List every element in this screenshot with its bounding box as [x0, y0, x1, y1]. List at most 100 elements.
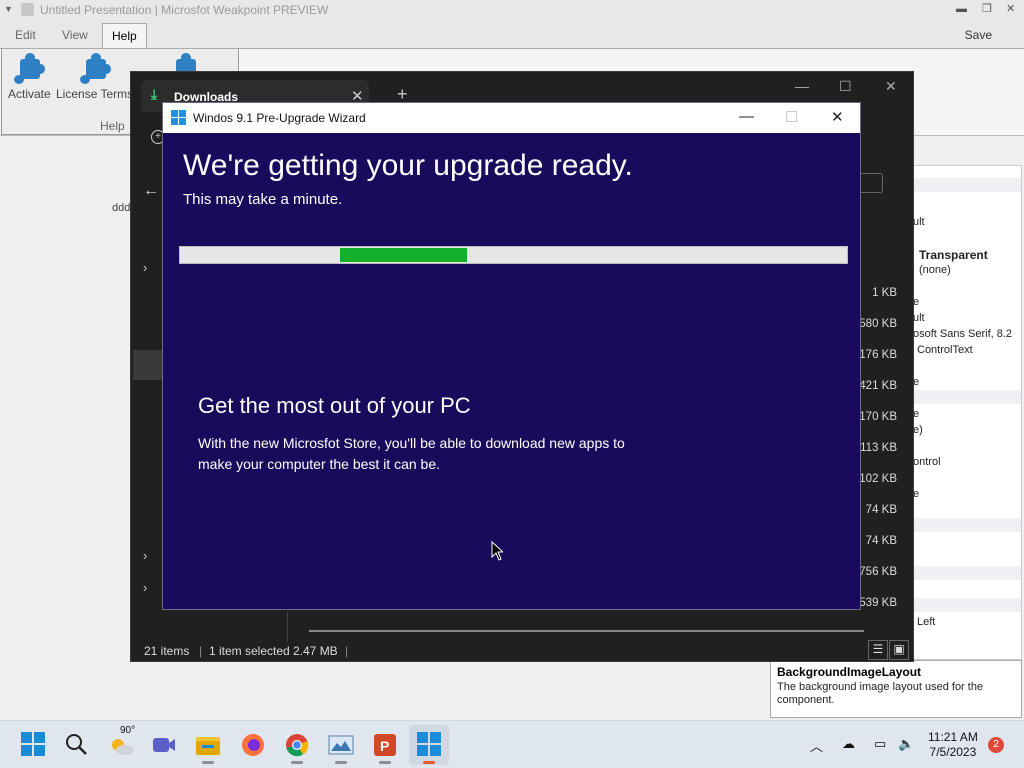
property-value-left[interactable]: Left: [917, 616, 935, 628]
puzzle-icon: [12, 53, 46, 85]
ribbon-group-label: Help: [100, 119, 125, 133]
minimize-icon[interactable]: —: [739, 108, 754, 125]
notification-badge[interactable]: 2: [988, 737, 1004, 753]
status-separator: |: [199, 644, 203, 658]
file-size: ,580 KB: [856, 318, 897, 330]
system-menu-icon[interactable]: ▼: [4, 0, 13, 18]
restore-icon[interactable]: ❐: [982, 0, 992, 18]
wizard-titlebar: Windos 9.1 Pre-Upgrade Wizard — ☐ ✕: [163, 103, 860, 133]
property-band: [907, 390, 1021, 404]
property-value-font[interactable]: osoft Sans Serif, 8.2: [913, 328, 1012, 340]
chevron-right-icon[interactable]: ›: [143, 580, 147, 595]
tiles-view-icon[interactable]: ▣: [889, 640, 909, 660]
weakpoint-icon[interactable]: P: [371, 731, 399, 764]
progress-fill: [340, 248, 467, 262]
property-value-control[interactable]: ontrol: [913, 456, 941, 468]
search-icon[interactable]: [63, 731, 91, 759]
new-tab-button[interactable]: +: [397, 85, 408, 103]
close-icon[interactable]: ✕: [1006, 0, 1015, 18]
property-value[interactable]: e): [913, 424, 923, 436]
network-icon[interactable]: ▭: [874, 736, 886, 752]
running-indicator: [202, 761, 214, 764]
wizard-title: Windos 9.1 Pre-Upgrade Wizard: [193, 111, 366, 125]
item-count: 21 items: [144, 644, 190, 658]
weakpoint-menubar: Edit View Help Save: [0, 20, 1024, 49]
license-terms-button[interactable]: License Terms: [56, 53, 133, 101]
property-band: [907, 178, 1021, 192]
file-size: 74 KB: [865, 504, 897, 516]
wizard-subheading: This may take a minute.: [183, 191, 343, 208]
status-bar: 21 items | 1 item selected 2.47 MB |: [131, 642, 913, 662]
selection-count: 1 item selected: [209, 644, 290, 658]
status-separator: |: [345, 644, 349, 658]
file-size: ,102 KB: [856, 473, 897, 485]
chrome-icon[interactable]: [283, 731, 311, 764]
upgrade-wizard-icon[interactable]: [409, 725, 449, 765]
upgrade-progress-bar: [179, 246, 848, 264]
file-size: ,421 KB: [856, 380, 897, 392]
running-indicator: [335, 761, 347, 764]
license-terms-label: License Terms: [56, 87, 134, 101]
weather-temp: 90°: [120, 725, 136, 736]
nav-divider: [287, 612, 288, 642]
running-indicator: [291, 761, 303, 764]
menu-edit[interactable]: Edit: [15, 28, 36, 42]
promo-title: Get the most out of your PC: [198, 393, 471, 418]
clock-date: 7/5/2023: [929, 745, 977, 759]
minimize-icon[interactable]: —: [795, 78, 809, 94]
file-size: ,176 KB: [856, 349, 897, 361]
svg-text:P: P: [380, 738, 389, 754]
wizard-heading: We're getting your upgrade ready.: [183, 149, 633, 182]
file-size: 74 KB: [865, 535, 897, 547]
property-value[interactable]: ult: [913, 216, 925, 228]
start-icon[interactable]: [20, 731, 48, 759]
property-help-title: BackgroundImageLayout: [777, 665, 922, 679]
chevron-right-icon[interactable]: ›: [143, 260, 147, 275]
properties-panel: ult Transparent (none) e ult osoft Sans …: [906, 165, 1022, 660]
menu-help[interactable]: Help: [102, 23, 147, 49]
property-value-transparent[interactable]: Transparent: [919, 248, 988, 262]
horizontal-scrollbar[interactable]: [309, 630, 864, 632]
property-band: [907, 518, 1021, 532]
photos-icon[interactable]: [327, 731, 355, 764]
file-size: ,170 KB: [856, 411, 897, 423]
upgrade-wizard-window: Windos 9.1 Pre-Upgrade Wizard — ☐ ✕ We'r…: [162, 102, 861, 610]
selection-size: 2.47 MB: [293, 644, 338, 658]
mouse-cursor-icon: [491, 541, 503, 561]
window-title: Untitled Presentation | Microsfot Weakpo…: [40, 3, 329, 17]
minimize-icon[interactable]: ▬: [956, 0, 967, 18]
nav-selected-item[interactable]: [133, 350, 163, 380]
maximize-icon[interactable]: ☐: [839, 78, 852, 95]
weakpoint-app-icon: [21, 3, 34, 16]
firefox-icon[interactable]: [239, 731, 267, 759]
maximize-icon: ☐: [785, 109, 799, 126]
meet-icon[interactable]: [150, 731, 178, 759]
canvas-text: ddd: [112, 202, 131, 214]
property-help-description: The background image layout used for the…: [777, 681, 984, 706]
promo-body: With the new Microsfot Store, you'll be …: [198, 435, 625, 472]
property-value-none[interactable]: (none): [919, 264, 951, 276]
close-icon[interactable]: ✕: [885, 78, 897, 95]
cloud-offline-icon[interactable]: ☁: [842, 736, 855, 752]
chevron-right-icon[interactable]: ›: [143, 548, 147, 563]
property-help-pane: BackgroundImageLayout The background ima…: [770, 660, 1022, 718]
save-button[interactable]: Save: [965, 28, 992, 42]
menu-view[interactable]: View: [62, 28, 88, 42]
file-size: ,756 KB: [856, 566, 897, 578]
file-explorer-icon[interactable]: [194, 731, 222, 764]
weather-icon[interactable]: 90°: [108, 725, 136, 759]
property-value[interactable]: ult: [913, 312, 925, 324]
weakpoint-titlebar: ▼ Untitled Presentation | Microsfot Weak…: [0, 0, 1024, 20]
chevron-up-icon[interactable]: ︿: [810, 736, 823, 755]
details-view-icon[interactable]: ☰: [868, 640, 888, 660]
file-size: ,113 KB: [856, 442, 897, 454]
volume-icon[interactable]: 🔈: [898, 736, 914, 752]
property-value-controltext[interactable]: ControlText: [917, 344, 973, 356]
close-icon[interactable]: ✕: [831, 108, 844, 126]
clock[interactable]: 11:21 AM 7/5/2023: [928, 730, 978, 760]
activate-button[interactable]: Activate: [8, 53, 51, 101]
active-indicator: [423, 761, 435, 764]
property-band: [907, 566, 1021, 580]
property-band: [907, 598, 1021, 612]
back-arrow-icon[interactable]: ←: [143, 182, 159, 200]
